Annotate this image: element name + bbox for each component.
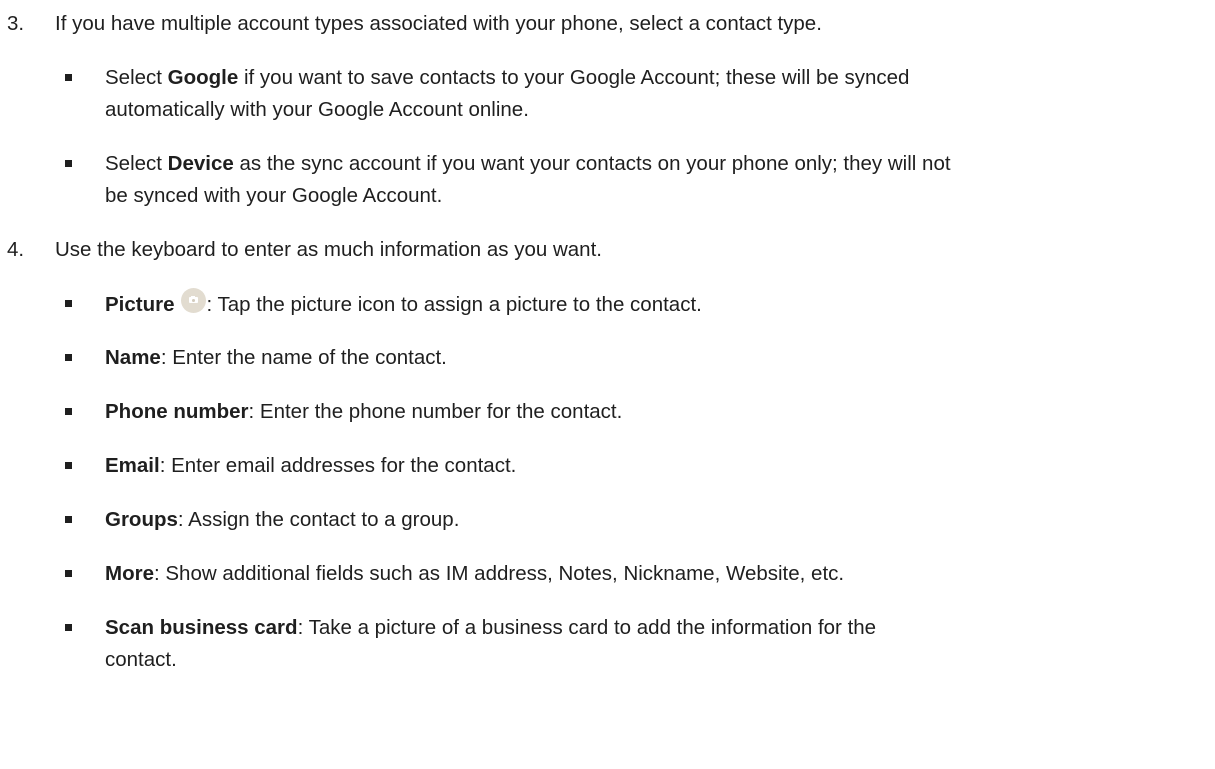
list-item-text: Select Google if you want to save contac…	[105, 66, 910, 121]
bullet-icon	[65, 74, 72, 81]
list-item-text: Name: Enter the name of the contact.	[105, 346, 447, 369]
field-name: Name	[105, 346, 161, 369]
camera-icon	[180, 288, 206, 313]
bullet-icon	[65, 160, 72, 167]
list-item-text: Groups: Assign the contact to a group.	[105, 508, 460, 531]
list-item-text: Picture: Tap the picture icon to assign …	[105, 288, 1205, 321]
bullet-icon	[65, 516, 72, 523]
list-item-text: Email: Enter email addresses for the con…	[105, 454, 517, 477]
field-name: Phone number	[105, 400, 249, 423]
bullet-icon	[65, 462, 72, 469]
option-name: Device	[167, 152, 234, 175]
field-name: Email	[105, 454, 160, 477]
step-number: 4.	[7, 238, 25, 261]
field-name: Groups	[105, 508, 178, 531]
step-number: 3.	[7, 12, 25, 35]
bullet-icon	[65, 624, 72, 631]
step-text: If you have multiple account types assoc…	[55, 12, 822, 35]
field-name: Picture	[105, 293, 175, 316]
list-item-text: Select Device as the sync account if you…	[105, 152, 951, 207]
list-item-text: More: Show additional fields such as IM …	[105, 562, 845, 585]
option-name: Google	[167, 66, 239, 89]
list-item-text: Phone number: Enter the phone number for…	[105, 400, 623, 423]
step-text: Use the keyboard to enter as much inform…	[55, 238, 602, 261]
field-name: More	[105, 562, 154, 585]
bullet-icon	[65, 300, 72, 307]
field-name: Scan business card	[105, 616, 298, 639]
bullet-icon	[65, 354, 72, 361]
list-item-text: Scan business card: Take a picture of a …	[105, 616, 877, 671]
bullet-icon	[65, 408, 72, 415]
bullet-icon	[65, 570, 72, 577]
